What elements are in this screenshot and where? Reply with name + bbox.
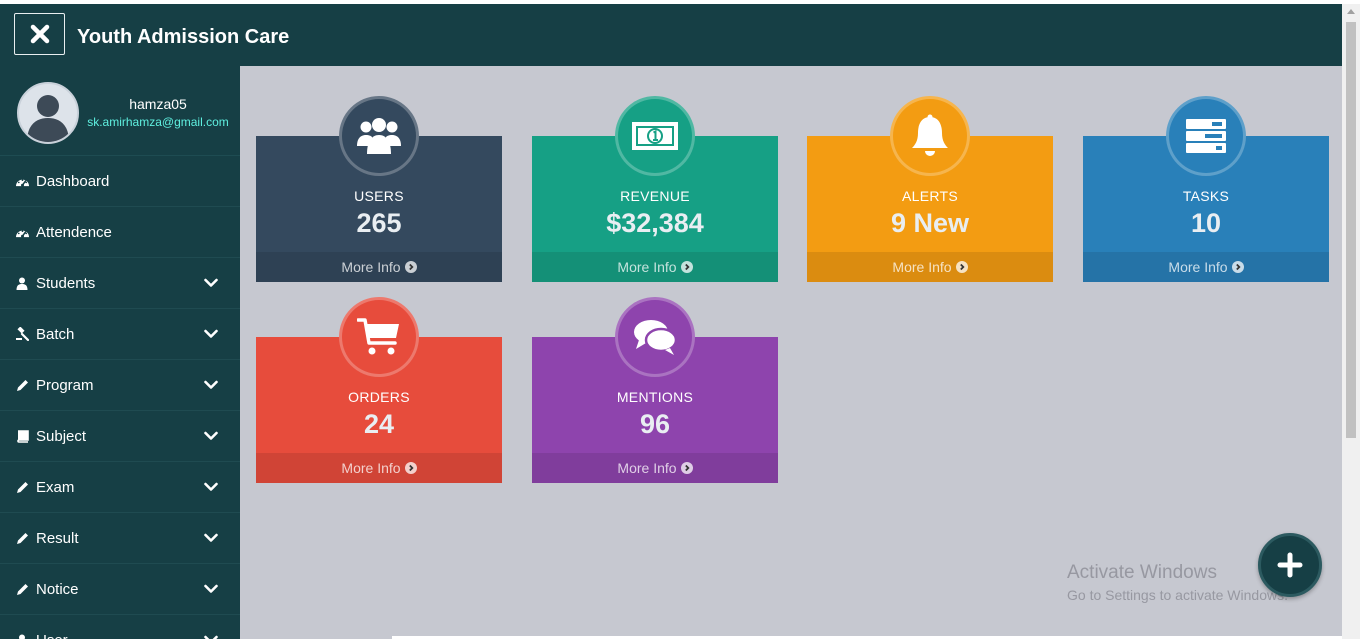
sidebar-item-label: Exam	[36, 478, 75, 496]
sidebar-item-label: Subject	[36, 427, 87, 445]
sidebar-item-user[interactable]: User	[0, 615, 240, 639]
chevron-circle-right-icon	[404, 261, 417, 273]
profile-username: hamza05	[129, 96, 187, 112]
more-info-label: More Info	[617, 259, 677, 275]
chevron-circle-right-icon	[680, 462, 693, 474]
user-icon	[14, 632, 30, 639]
chevron-down-icon[interactable]	[204, 377, 218, 394]
chevron-circle-right-icon	[680, 261, 693, 273]
money-icon	[615, 96, 695, 176]
top-navbar: Youth Admission Care	[0, 4, 1342, 66]
chevron-down-icon[interactable]	[204, 275, 218, 292]
activate-windows-title: Activate Windows	[1067, 562, 1217, 583]
card-label: USERS	[354, 188, 404, 204]
activate-windows-subtitle: Go to Settings to activate Windows.	[1067, 587, 1288, 603]
pencil-icon	[14, 530, 30, 546]
pencil-icon	[14, 377, 30, 393]
dashboard-icon	[14, 173, 30, 189]
main-content: USERS 265 More Info REVENUE $32,384 More Info…	[240, 66, 1342, 639]
user-profile: hamza05 sk.amirhamza@gmail.com	[0, 66, 240, 156]
card-value: 24	[363, 409, 395, 439]
bell-icon	[890, 96, 970, 176]
sidebar: hamza05 sk.amirhamza@gmail.com Dashboard…	[0, 66, 240, 639]
chevron-down-icon[interactable]	[204, 326, 218, 343]
scroll-up-arrow[interactable]	[1347, 9, 1355, 14]
sidebar-item-subject[interactable]: Subject	[0, 411, 240, 462]
add-fab-button[interactable]	[1258, 533, 1322, 597]
card-label: ORDERS	[348, 389, 410, 405]
card-orders: ORDERS 24 More Info	[256, 297, 502, 483]
card-value: 96	[639, 409, 671, 439]
pencil-icon	[14, 581, 30, 597]
chevron-circle-right-icon	[404, 462, 417, 474]
menu-toggle-button[interactable]	[14, 13, 65, 55]
sidebar-item-label: Students	[36, 274, 96, 292]
chevron-circle-right-icon	[955, 261, 968, 273]
more-info-link[interactable]: More Info	[1083, 252, 1329, 282]
chevron-down-icon[interactable]	[204, 632, 218, 639]
card-tasks: TASKS 10 More Info	[1083, 96, 1329, 282]
card-label: REVENUE	[620, 188, 690, 204]
sidebar-item-students[interactable]: Students	[0, 258, 240, 309]
tasks-icon	[1166, 96, 1246, 176]
comments-icon	[615, 297, 695, 377]
more-info-label: More Info	[617, 460, 677, 476]
sidebar-item-label: Program	[36, 376, 94, 394]
chevron-down-icon[interactable]	[204, 581, 218, 598]
close-icon	[30, 24, 49, 44]
app-title: Youth Admission Care	[77, 26, 290, 48]
more-info-link[interactable]: More Info	[256, 453, 502, 483]
users-icon	[339, 96, 419, 176]
more-info-label: More Info	[341, 460, 401, 476]
more-info-label: More Info	[892, 259, 952, 275]
card-alerts: ALERTS 9 New More Info	[807, 96, 1053, 282]
sidebar-item-notice[interactable]: Notice	[0, 564, 240, 615]
more-info-link[interactable]: More Info	[532, 453, 778, 483]
more-info-link[interactable]: More Info	[807, 252, 1053, 282]
plus-icon	[1277, 552, 1303, 578]
profile-email: sk.amirhamza@gmail.com	[87, 115, 229, 129]
sidebar-item-label: Attendence	[36, 223, 112, 241]
sidebar-item-label: Dashboard	[36, 172, 110, 190]
card-value: $32,384	[606, 208, 704, 238]
card-value: 9 New	[890, 208, 970, 238]
more-info-label: More Info	[1168, 259, 1228, 275]
sidebar-item-label: Result	[36, 529, 79, 547]
sidebar-item-exam[interactable]: Exam	[0, 462, 240, 513]
sidebar-item-label: User	[36, 632, 68, 639]
card-value: 265	[356, 208, 402, 238]
sidebar-item-label: Batch	[36, 325, 75, 343]
chevron-down-icon[interactable]	[204, 428, 218, 445]
chevron-down-icon[interactable]	[204, 479, 218, 496]
more-info-link[interactable]: More Info	[532, 252, 778, 282]
card-mentions: MENTIONS 96 More Info	[532, 297, 778, 483]
more-info-label: More Info	[341, 259, 401, 275]
pencil-icon	[14, 479, 30, 495]
chevron-circle-right-icon	[1231, 261, 1244, 273]
sidebar-item-result[interactable]: Result	[0, 513, 240, 564]
sidebar-nav: Dashboard Attendence Students Batch Program S…	[0, 156, 240, 639]
chevron-down-icon[interactable]	[204, 530, 218, 547]
card-value: 10	[1190, 208, 1222, 238]
avatar	[17, 82, 79, 144]
sidebar-item-batch[interactable]: Batch	[0, 309, 240, 360]
card-label: MENTIONS	[616, 389, 694, 405]
dashboard-icon	[14, 224, 30, 240]
user-icon	[14, 275, 30, 291]
card-revenue: REVENUE $32,384 More Info	[532, 96, 778, 282]
sidebar-item-program[interactable]: Program	[0, 360, 240, 411]
book-icon	[14, 428, 30, 444]
scroll-thumb[interactable]	[1346, 22, 1356, 438]
card-label: TASKS	[1182, 188, 1230, 204]
vertical-scrollbar[interactable]	[1342, 4, 1360, 639]
card-label: ALERTS	[901, 188, 958, 204]
card-users: USERS 265 More Info	[256, 96, 502, 282]
sidebar-item-dashboard[interactable]: Dashboard	[0, 156, 240, 207]
sidebar-item-label: Notice	[36, 580, 79, 598]
sidebar-item-attendence[interactable]: Attendence	[0, 207, 240, 258]
gavel-icon	[14, 326, 30, 342]
cart-icon	[339, 297, 419, 377]
more-info-link[interactable]: More Info	[256, 252, 502, 282]
